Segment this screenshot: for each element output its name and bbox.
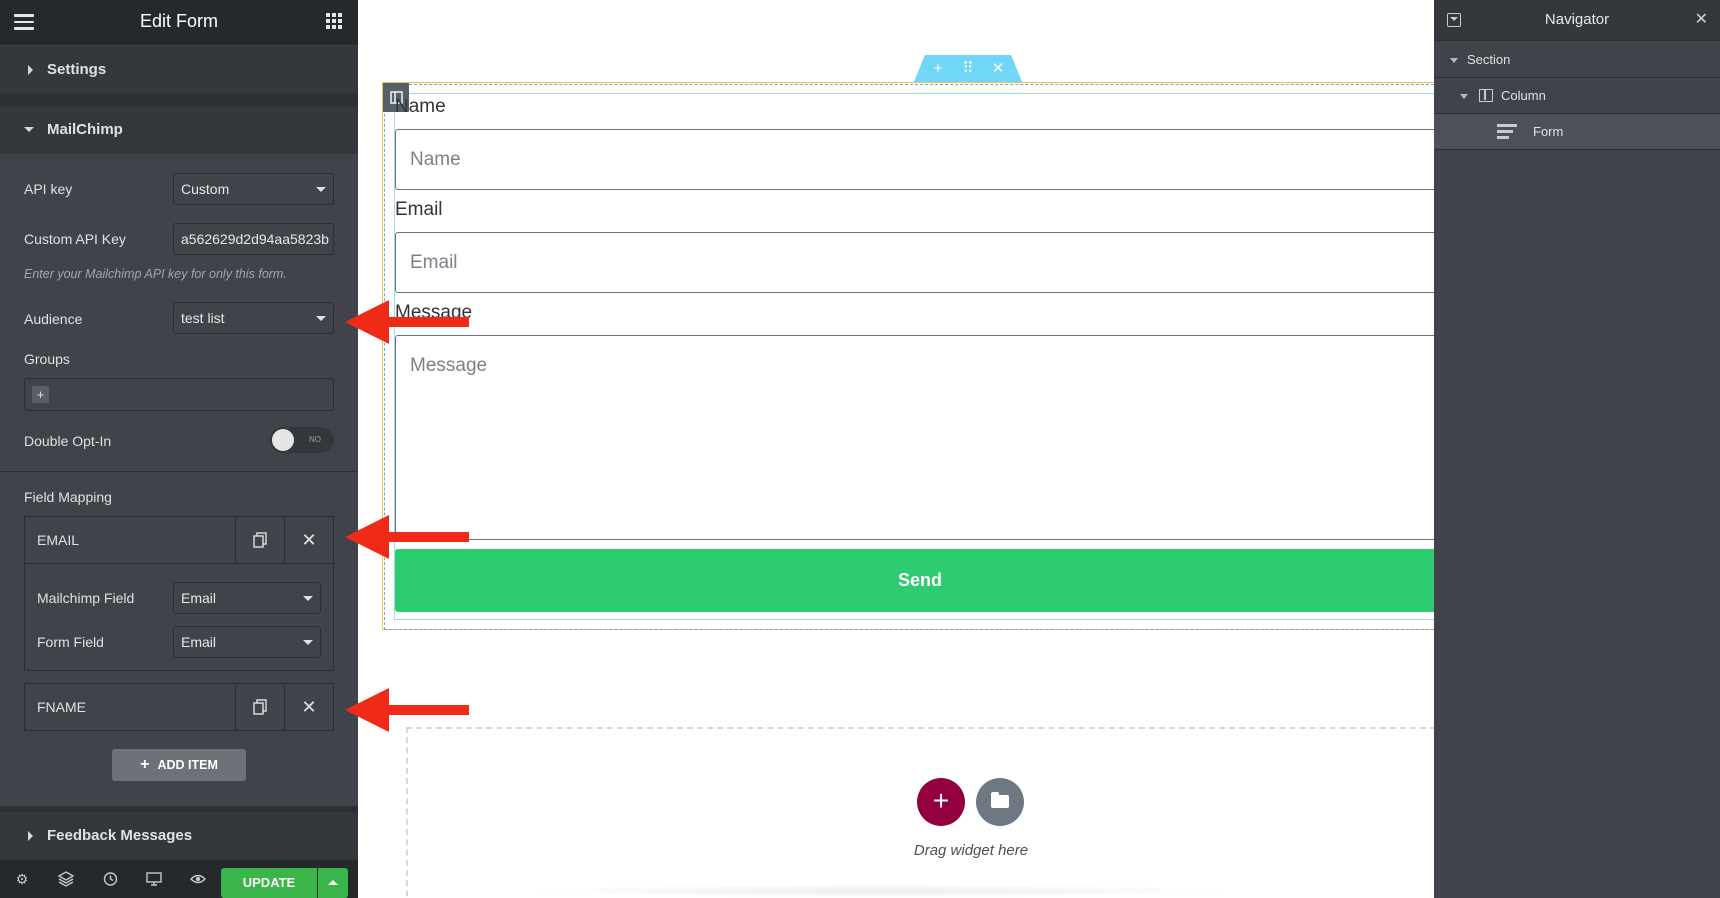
section-feedback-messages[interactable]: Feedback Messages: [0, 812, 358, 860]
audience-select-value: test list: [181, 310, 225, 326]
widgets-grid-icon[interactable]: [326, 13, 342, 29]
field-mapping-label: Field Mapping: [24, 489, 112, 505]
drag-handle-icon[interactable]: ⠿: [953, 55, 983, 82]
close-icon[interactable]: ✕: [1695, 9, 1708, 29]
field-mapping-item-title: FNAME: [37, 699, 86, 715]
double-opt-in-toggle[interactable]: NO: [270, 427, 334, 453]
decorative-shadow: [518, 884, 1238, 898]
form-field-value: Email: [181, 634, 217, 650]
form-field-label: Form Field: [37, 634, 104, 650]
mailchimp-field-select[interactable]: Email: [173, 582, 321, 614]
section-settings-label: Settings: [47, 61, 107, 78]
dropdown-arrow-icon: [316, 187, 326, 192]
email-field-label: Email: [395, 199, 443, 220]
navigator-item-column[interactable]: Column: [1434, 78, 1720, 114]
name-input[interactable]: Name: [395, 129, 1434, 190]
caret-down-icon: [24, 127, 34, 132]
field-mapping-item-title: EMAIL: [37, 532, 80, 548]
navigator-item-label: Form: [1533, 124, 1564, 139]
red-arrow-icon: [345, 515, 469, 559]
dropdown-arrow-icon: [303, 640, 313, 645]
caret-right-icon: [28, 65, 33, 75]
dropdown-arrow-icon: [316, 316, 326, 321]
section-mailchimp-label: MailChimp: [47, 121, 123, 138]
dropdown-arrow-icon: [303, 596, 313, 601]
column-icon: [1479, 89, 1493, 102]
preview-eye-icon[interactable]: [190, 871, 206, 887]
red-arrow-icon: [345, 300, 469, 344]
navigator-panel: Navigator ✕ Section Column Form: [1434, 0, 1720, 898]
folder-icon-body: [991, 795, 1009, 808]
history-icon[interactable]: [102, 871, 118, 887]
remove-icon[interactable]: ✕: [284, 684, 333, 730]
section-feedback-label: Feedback Messages: [47, 827, 193, 844]
settings-gear-icon[interactable]: ⚙: [14, 871, 30, 887]
section-handle-icons: + ⠿ ✕: [914, 55, 1022, 82]
double-opt-in-label: Double Opt-In: [24, 433, 112, 449]
caret-right-icon: [28, 831, 33, 841]
field-mapping-item-email[interactable]: EMAIL ✕: [24, 516, 334, 564]
audience-label: Audience: [24, 311, 83, 327]
caret-down-icon: [1460, 94, 1468, 99]
add-new-section-button[interactable]: +: [917, 778, 965, 826]
groups-add-button[interactable]: +: [32, 386, 49, 403]
toggle-state-text: NO: [309, 435, 321, 444]
navigator-layers-icon[interactable]: [57, 871, 75, 887]
caret-down-icon: [1450, 58, 1458, 63]
delete-section-icon[interactable]: ✕: [983, 55, 1013, 82]
update-options-caret-icon[interactable]: [318, 868, 348, 898]
add-item-label: ADD ITEM: [157, 758, 218, 772]
custom-api-key-label: Custom API Key: [24, 231, 126, 247]
groups-field[interactable]: +: [24, 378, 334, 411]
api-key-label: API key: [24, 181, 73, 197]
drag-widget-hint: Drag widget here: [913, 842, 1029, 859]
navigator-item-label: Section: [1467, 52, 1511, 67]
toggle-knob: [272, 429, 294, 451]
mailchimp-field-label: Mailchimp Field: [37, 590, 135, 606]
section-settings[interactable]: Settings: [0, 46, 358, 94]
add-section-icon[interactable]: +: [923, 55, 953, 82]
api-key-select[interactable]: Custom: [173, 173, 334, 205]
divider: [0, 94, 358, 106]
navigator-item-section[interactable]: Section: [1434, 42, 1720, 78]
template-library-button[interactable]: [976, 778, 1024, 826]
mailchimp-field-value: Email: [181, 590, 217, 606]
navigator-item-form[interactable]: Form: [1434, 114, 1720, 150]
message-textarea[interactable]: Message: [395, 335, 1434, 540]
navigator-title: Navigator: [1544, 11, 1610, 28]
red-arrow-icon: [345, 688, 469, 732]
panel-title: Edit Form: [139, 11, 218, 31]
add-item-button[interactable]: + ADD ITEM: [112, 749, 246, 781]
editor-panel: Edit Form Settings MailChimp API key Cus…: [0, 0, 358, 898]
editor-canvas: + ⠿ ✕ Name Name Email Email Message Messag…: [358, 0, 1434, 898]
audience-select[interactable]: test list: [173, 302, 334, 334]
responsive-desktop-icon[interactable]: [146, 871, 162, 887]
duplicate-icon[interactable]: [235, 684, 284, 730]
name-field-label: Name: [395, 96, 446, 117]
divider: [0, 471, 358, 472]
section-mailchimp[interactable]: MailChimp: [0, 106, 358, 154]
api-key-select-value: Custom: [181, 181, 230, 197]
section-handle[interactable]: + ⠿ ✕: [914, 55, 1022, 82]
custom-api-key-input[interactable]: a562629d2d94aa5823b: [173, 223, 334, 255]
field-mapping-item-fname[interactable]: FNAME ✕: [24, 683, 334, 731]
form-field-select[interactable]: Email: [173, 626, 321, 658]
send-button[interactable]: Send: [395, 549, 1434, 612]
panel-header: Edit Form: [0, 0, 358, 45]
duplicate-icon[interactable]: [235, 517, 284, 563]
navigator-header: Navigator ✕: [1434, 0, 1720, 41]
api-key-description: Enter your Mailchimp API key for only th…: [24, 267, 287, 281]
groups-label: Groups: [24, 351, 70, 367]
remove-icon[interactable]: ✕: [284, 517, 333, 563]
update-button[interactable]: UPDATE: [221, 868, 317, 898]
email-input[interactable]: Email: [395, 232, 1434, 293]
navigator-item-label: Column: [1501, 88, 1546, 103]
plus-icon: +: [140, 756, 150, 773]
form-widget-icon: [1497, 122, 1517, 142]
